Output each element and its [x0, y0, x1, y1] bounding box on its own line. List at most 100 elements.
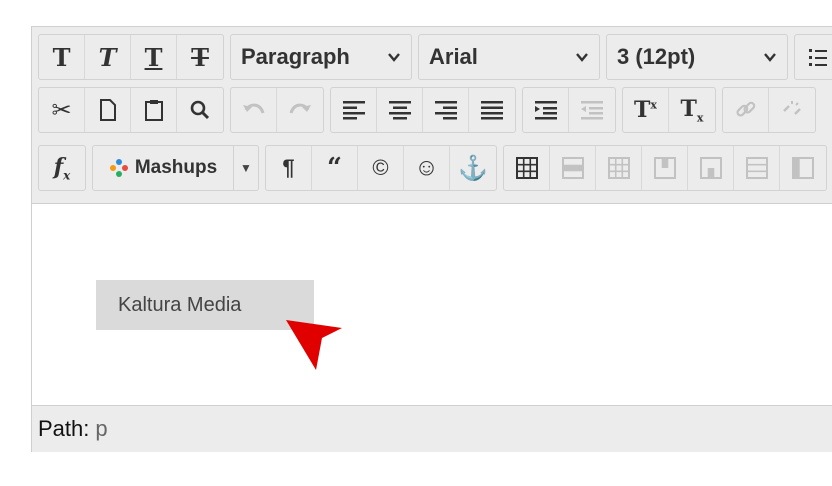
- indent-icon: [534, 101, 557, 120]
- subscript-icon: Tx: [680, 95, 704, 125]
- superscript-button[interactable]: Tx: [623, 88, 669, 132]
- unlink-icon: [783, 101, 801, 115]
- bullet-list-icon: [809, 49, 827, 66]
- strikethrough-button[interactable]: T: [177, 35, 223, 79]
- align-center-button[interactable]: [377, 88, 423, 132]
- align-right-button[interactable]: [423, 88, 469, 132]
- delete-row-icon: [745, 157, 768, 179]
- quote-icon: “: [327, 153, 342, 183]
- anchor-button[interactable]: ⚓: [450, 146, 496, 190]
- undo-button[interactable]: [231, 88, 277, 132]
- toolbar: T T T T Paragraph Arial 3 (12pt) ✂ Tx Tx…: [32, 27, 832, 204]
- status-path-bar: Path: p: [32, 405, 832, 452]
- copy-button[interactable]: [85, 88, 131, 132]
- insert-row-after-button[interactable]: [688, 146, 734, 190]
- font-size-select[interactable]: 3 (12pt): [606, 34, 788, 80]
- mashups-icon: [109, 159, 128, 177]
- paste-button[interactable]: [131, 88, 177, 132]
- align-justify-icon: [481, 101, 503, 120]
- block-format-select[interactable]: Paragraph: [230, 34, 412, 80]
- align-center-icon: [388, 101, 411, 120]
- path-value[interactable]: p: [95, 416, 107, 442]
- alignment-group: [330, 87, 516, 133]
- kaltura-media-menu-item[interactable]: Kaltura Media: [96, 280, 314, 330]
- emoticon-button[interactable]: ☺: [404, 146, 450, 190]
- subscript-button[interactable]: Tx: [669, 88, 715, 132]
- delete-row-button[interactable]: [734, 146, 780, 190]
- function-icon: fx: [53, 153, 71, 183]
- script-group: Tx Tx: [622, 87, 716, 133]
- editor-content-area[interactable]: Kaltura Media: [32, 204, 832, 405]
- math-group: fx: [38, 145, 86, 191]
- outdent-icon: [581, 101, 603, 120]
- mashups-dropdown[interactable]: Mashups ▼: [92, 145, 259, 191]
- bold-button[interactable]: T: [39, 35, 85, 79]
- insert-link-button[interactable]: [723, 88, 769, 132]
- clipboard-icon: [144, 100, 163, 121]
- bold-icon: T: [52, 42, 71, 72]
- scissors-icon: ✂: [51, 96, 72, 124]
- insert-row-after-icon: [699, 157, 722, 179]
- font-family-value: Arial: [429, 44, 478, 69]
- outdent-button[interactable]: [569, 88, 615, 132]
- chevron-down-icon: [764, 53, 776, 62]
- special-character-button[interactable]: ©: [358, 146, 404, 190]
- search-icon: [190, 100, 210, 120]
- align-justify-button[interactable]: [469, 88, 515, 132]
- insert-group: ¶ “ © ☺ ⚓: [265, 145, 497, 191]
- redo-button[interactable]: [277, 88, 323, 132]
- text-style-group: T T T T: [38, 34, 224, 80]
- align-left-icon: [342, 101, 365, 120]
- chevron-down-icon: [388, 53, 400, 62]
- link-icon: [735, 101, 755, 117]
- toolbar-row-2: ✂ Tx Tx: [38, 87, 822, 133]
- table-row-props-button[interactable]: [550, 146, 596, 190]
- italic-icon: T: [98, 42, 117, 72]
- text-editor: T T T T Paragraph Arial 3 (12pt) ✂ Tx Tx…: [31, 26, 832, 452]
- strikethrough-icon: T: [191, 42, 209, 72]
- list-group: [794, 34, 832, 80]
- unlink-button[interactable]: [769, 88, 815, 132]
- indent-button[interactable]: [523, 88, 569, 132]
- cut-button[interactable]: ✂: [39, 88, 85, 132]
- pilcrow-icon: ¶: [282, 155, 295, 180]
- underline-icon: T: [144, 42, 163, 72]
- font-size-value: 3 (12pt): [617, 44, 696, 69]
- block-format-value: Paragraph: [241, 44, 350, 69]
- blockquote-button[interactable]: “: [312, 146, 358, 190]
- table-cell-props-button[interactable]: [596, 146, 642, 190]
- table-row-icon: [561, 157, 584, 179]
- bullet-list-button[interactable]: [795, 35, 832, 79]
- underline-button[interactable]: T: [131, 35, 177, 79]
- find-button[interactable]: [177, 88, 223, 132]
- font-family-select[interactable]: Arial: [418, 34, 600, 80]
- insert-column-icon: [792, 157, 814, 179]
- mashups-dropdown-toggle[interactable]: ▼: [234, 146, 258, 190]
- clipboard-group: ✂: [38, 87, 224, 133]
- history-group: [230, 87, 324, 133]
- align-left-button[interactable]: [331, 88, 377, 132]
- insert-row-before-button[interactable]: [642, 146, 688, 190]
- path-label: Path:: [38, 416, 90, 441]
- mashups-button[interactable]: Mashups: [93, 146, 234, 190]
- italic-button[interactable]: T: [85, 35, 131, 79]
- link-group: [722, 87, 816, 133]
- mashups-label: Mashups: [134, 157, 218, 178]
- align-right-icon: [434, 101, 457, 120]
- insert-column-button[interactable]: [780, 146, 826, 190]
- anchor-icon: ⚓: [458, 154, 488, 182]
- superscript-icon: Tx: [634, 97, 657, 123]
- paragraph-mark-button[interactable]: ¶: [266, 146, 312, 190]
- smiley-icon: ☺: [414, 154, 439, 181]
- table-group: [503, 145, 827, 191]
- copyright-icon: ©: [372, 155, 389, 180]
- math-editor-button[interactable]: fx: [39, 146, 85, 190]
- caret-down-icon: ▼: [240, 161, 252, 175]
- toolbar-row-1: T T T T Paragraph Arial 3 (12pt): [38, 34, 832, 80]
- document-icon: [99, 99, 116, 121]
- insert-table-button[interactable]: [504, 146, 550, 190]
- undo-icon: [242, 103, 264, 114]
- table-icon: [515, 157, 538, 179]
- chevron-down-icon: [576, 53, 588, 62]
- pointer-arrow-icon: [286, 320, 342, 370]
